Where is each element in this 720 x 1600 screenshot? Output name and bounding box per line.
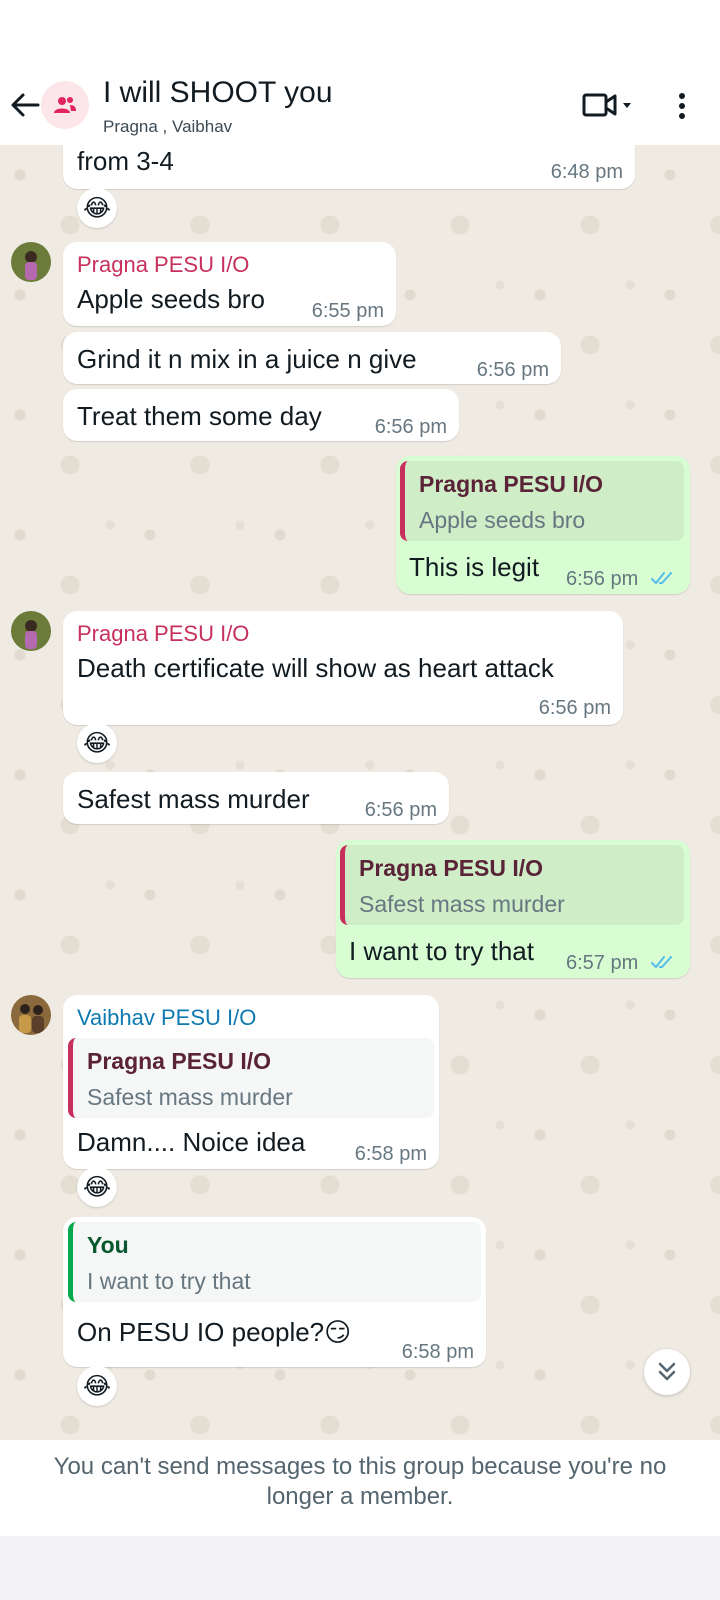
system-navigation-bar: [0, 1536, 720, 1600]
sender-avatar[interactable]: [11, 611, 51, 651]
message-text: Safest mass murder: [77, 784, 310, 814]
back-arrow-icon[interactable]: [8, 88, 42, 122]
message-time: 6:56 pm: [538, 697, 611, 719]
quoted-sender: Pragna PESU I/O: [419, 471, 604, 497]
message-text: Death certificate will show as heart att…: [77, 653, 554, 683]
message-bubble[interactable]: Vaibhav PESU I/O Pragna PESU I/O Safest …: [63, 995, 439, 1169]
message-time: 6:56 pm: [374, 416, 447, 438]
not-a-member-notice: You can't send messages to this group be…: [53, 1453, 667, 1510]
quoted-message[interactable]: Pragna PESU I/O Safest mass murder: [68, 1038, 434, 1118]
message-bubble[interactable]: Safest mass murder 6:56 pm: [63, 772, 449, 824]
sender-name[interactable]: Vaibhav PESU I/O: [77, 1005, 256, 1031]
read-receipt-icon: [651, 956, 672, 968]
message-bubble[interactable]: You I want to try that On PESU IO people…: [63, 1217, 486, 1367]
message-text: This is legit: [409, 552, 540, 582]
reaction-emoji[interactable]: 😂: [77, 1366, 117, 1406]
quoted-text: Safest mass murder: [87, 1084, 293, 1110]
message-text: Grind it n mix in a juice n give: [77, 344, 417, 374]
quoted-message[interactable]: Pragna PESU I/O Safest mass murder: [340, 845, 684, 925]
quoted-sender: Pragna PESU I/O: [359, 855, 544, 881]
message-time: 6:55 pm: [311, 300, 384, 322]
message-time: 6:56 pm: [476, 359, 549, 381]
reaction-emoji[interactable]: 😂: [77, 1167, 117, 1207]
double-chevron-down-icon: [658, 1362, 676, 1381]
more-options-icon[interactable]: [676, 91, 688, 121]
sender-name[interactable]: Pragna PESU I/O: [77, 621, 249, 647]
quoted-text: Safest mass murder: [359, 891, 565, 917]
chat-area[interactable]: from 3-4 6:48 pm 😂 Pragna PESU I/O Apple…: [0, 145, 720, 1440]
message-text: On PESU IO people?😏: [77, 1317, 352, 1347]
message-time: 6:56 pm: [364, 799, 437, 821]
sender-name[interactable]: Pragna PESU I/O: [77, 252, 249, 278]
sender-avatar[interactable]: [11, 242, 51, 282]
scroll-to-bottom-button[interactable]: [644, 1349, 690, 1395]
message-bubble[interactable]: Pragna PESU I/O Apple seeds bro 6:55 pm: [63, 242, 396, 326]
message-time: 6:58 pm: [354, 1143, 427, 1165]
quoted-sender: Pragna PESU I/O: [87, 1048, 272, 1074]
reaction-emoji[interactable]: 😂: [77, 723, 117, 763]
message-text: I want to try that: [349, 936, 534, 966]
reaction-emoji[interactable]: 😂: [77, 188, 117, 228]
sender-avatar[interactable]: [11, 995, 51, 1035]
quoted-text: Apple seeds bro: [419, 507, 586, 533]
quoted-message[interactable]: Pragna PESU I/O Apple seeds bro: [400, 461, 684, 541]
message-time: 6:57 pm: [566, 952, 639, 974]
message-bubble-outgoing[interactable]: Pragna PESU I/O Safest mass murder I wan…: [336, 840, 690, 978]
footer: You can't send messages to this group be…: [0, 1440, 720, 1536]
group-participants[interactable]: Pragna , Vaibhav: [103, 117, 232, 137]
quoted-message[interactable]: You I want to try that: [68, 1222, 481, 1302]
group-avatar[interactable]: [41, 81, 89, 129]
chat-header: I will SHOOT you Pragna , Vaibhav: [0, 0, 720, 145]
message-bubble[interactable]: from 3-4 6:48 pm: [63, 145, 635, 189]
message-time: 6:58 pm: [401, 1341, 474, 1363]
read-receipt-icon: [651, 572, 672, 584]
message-time: 6:48 pm: [550, 161, 623, 183]
message-text: Treat them some day: [77, 401, 322, 431]
message-text: Damn.... Noice idea: [77, 1127, 306, 1157]
message-bubble[interactable]: Pragna PESU I/O Death certificate will s…: [63, 611, 623, 725]
group-icon: [54, 97, 76, 113]
quoted-text: I want to try that: [87, 1268, 251, 1294]
group-title[interactable]: I will SHOOT you: [103, 76, 333, 110]
message-bubble[interactable]: Treat them some day 6:56 pm: [63, 389, 459, 441]
message-text: from 3-4: [77, 146, 174, 176]
message-bubble[interactable]: Grind it n mix in a juice n give 6:56 pm: [63, 332, 561, 384]
video-call-icon[interactable]: [582, 91, 638, 121]
message-text: Apple seeds bro: [77, 284, 265, 314]
quoted-sender: You: [87, 1232, 129, 1258]
message-bubble-outgoing[interactable]: Pragna PESU I/O Apple seeds bro This is …: [396, 456, 690, 594]
message-time: 6:56 pm: [566, 568, 639, 590]
